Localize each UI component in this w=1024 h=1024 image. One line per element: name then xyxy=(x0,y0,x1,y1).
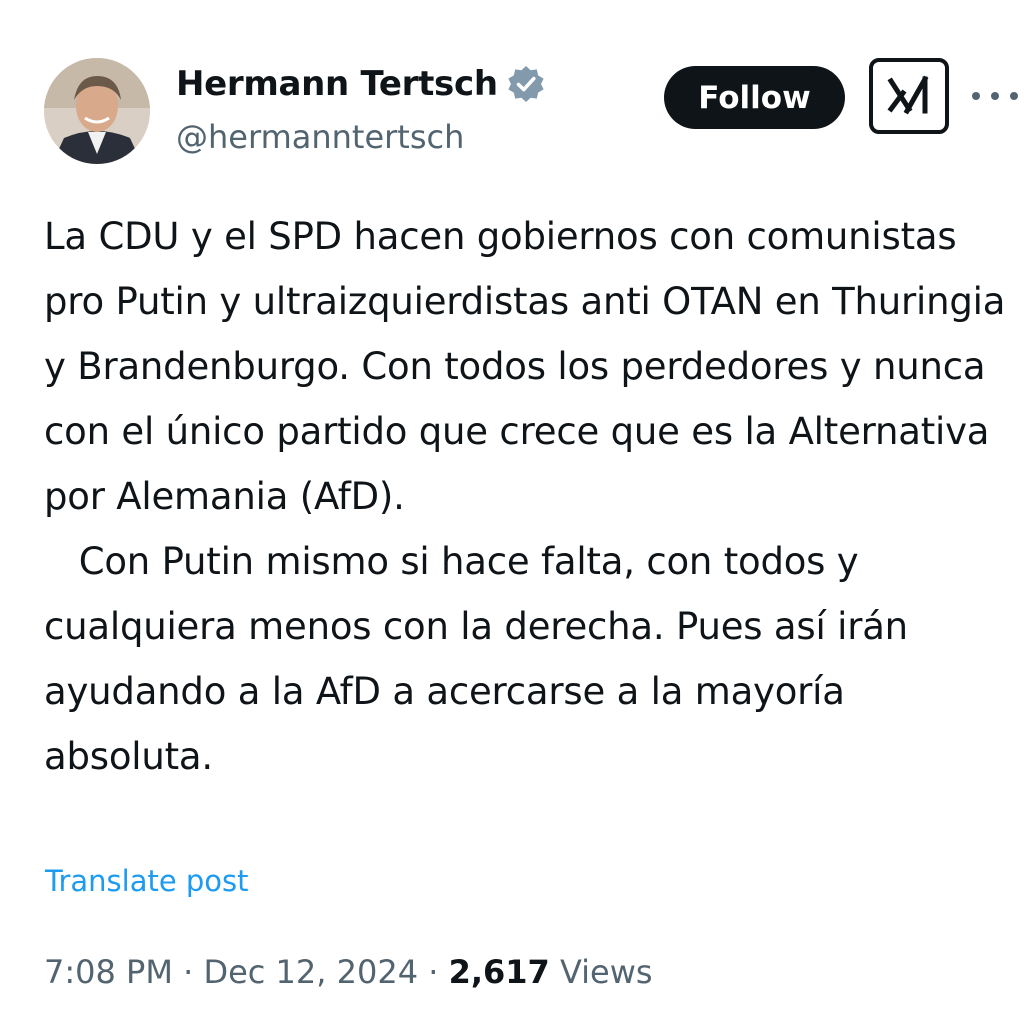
more-dot xyxy=(991,92,999,100)
post-date[interactable]: Dec 12, 2024 xyxy=(203,953,418,991)
tweet-body: La CDU y el SPD hacen gobiernos con comu… xyxy=(44,204,1014,789)
meta-separator: · xyxy=(428,953,439,991)
verified-badge-icon[interactable] xyxy=(506,64,546,104)
more-dot xyxy=(1010,92,1018,100)
grok-button[interactable] xyxy=(869,58,949,134)
more-options-icon[interactable] xyxy=(972,84,1018,108)
tweet-paragraph-1: La CDU y el SPD hacen gobiernos con comu… xyxy=(44,215,1017,518)
translate-post-link[interactable]: Translate post xyxy=(45,864,249,898)
tweet-paragraph-2: Con Putin mismo si hace falta, con todos… xyxy=(44,540,920,778)
more-dot xyxy=(972,92,980,100)
post-time[interactable]: 7:08 PM xyxy=(44,953,173,991)
author-name-row[interactable]: Hermann Tertsch xyxy=(176,64,546,104)
tweet-metadata: 7:08 PM · Dec 12, 2024 · 2,617 Views xyxy=(44,953,653,991)
grok-icon xyxy=(887,75,929,115)
avatar[interactable] xyxy=(44,58,150,164)
avatar-photo xyxy=(44,58,150,164)
author-display-name[interactable]: Hermann Tertsch xyxy=(176,64,498,104)
views-count: 2,617 xyxy=(448,953,550,991)
follow-button[interactable]: Follow xyxy=(664,66,845,129)
meta-separator: · xyxy=(183,953,194,991)
views-label: Views xyxy=(559,953,653,991)
author-handle[interactable]: @hermanntertsch xyxy=(176,118,464,156)
